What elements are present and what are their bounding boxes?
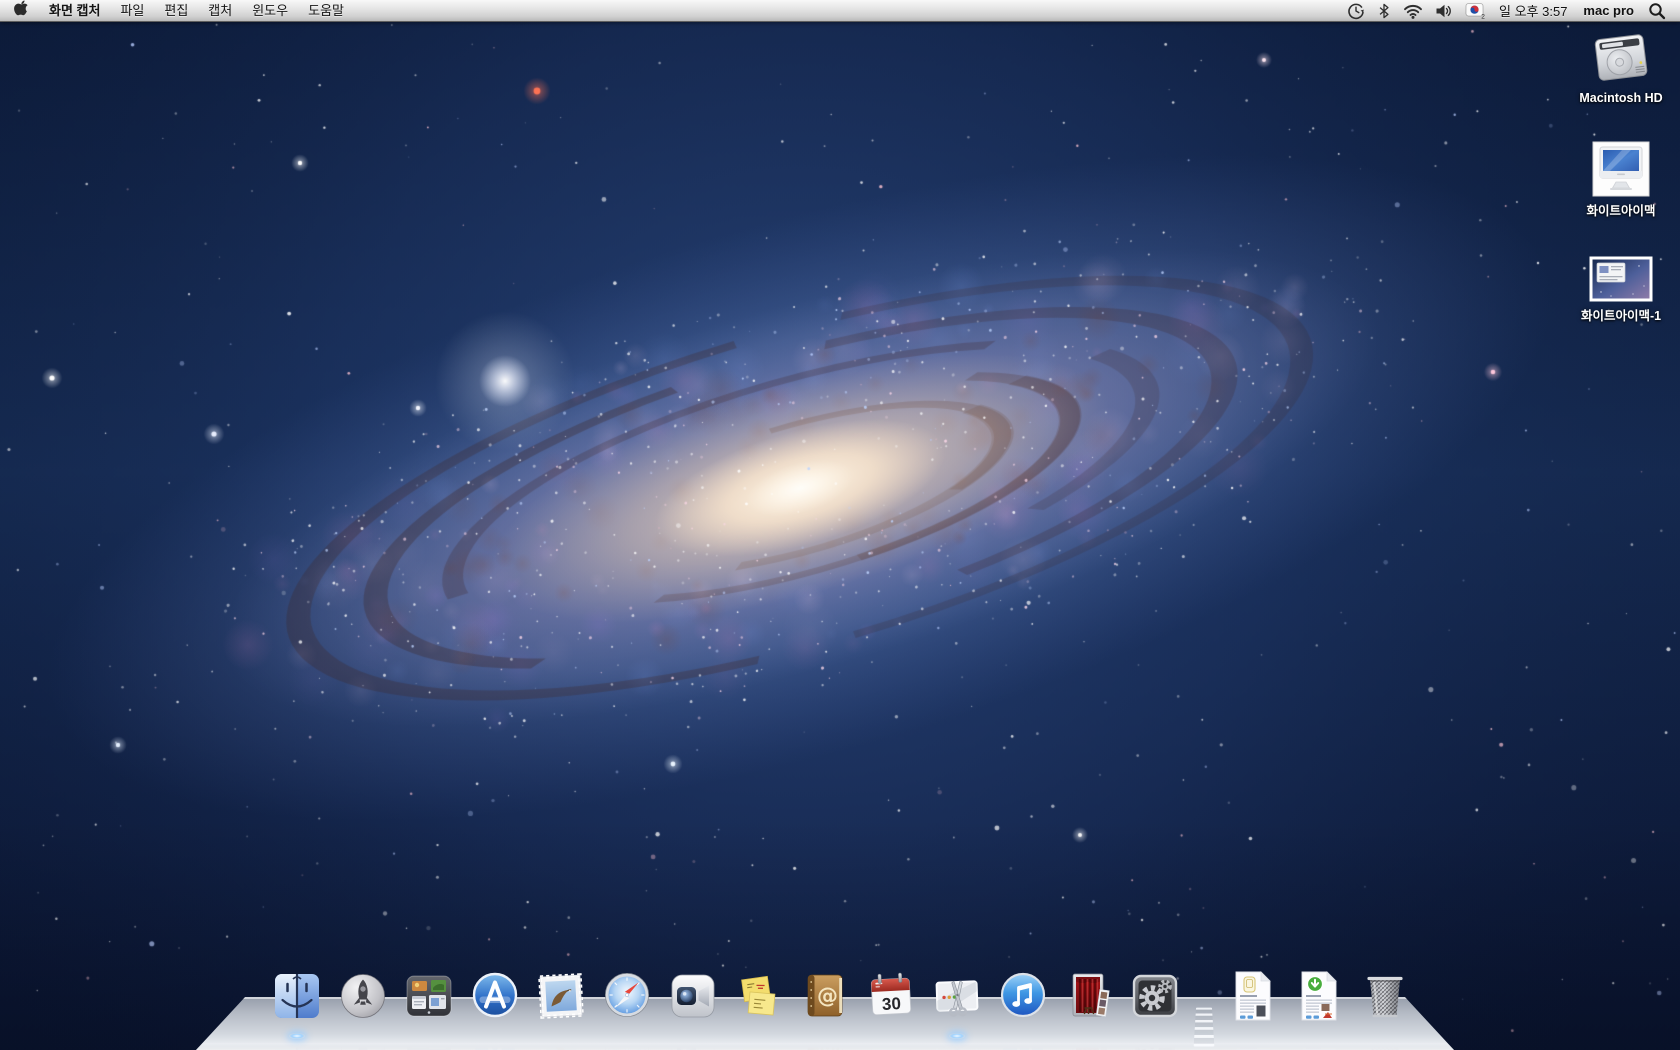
dock-item-grab[interactable]	[933, 970, 981, 1022]
svg-text:@: @	[817, 984, 838, 1008]
address-book-icon: @	[801, 970, 849, 1022]
document-1-icon	[1229, 970, 1277, 1022]
korean-input-badge: 2	[1481, 13, 1485, 19]
time-machine-icon[interactable]	[1341, 0, 1371, 21]
menu-capture[interactable]: 캡처	[198, 0, 242, 21]
volume-icon[interactable]	[1429, 0, 1459, 21]
itunes-icon	[999, 970, 1047, 1022]
safari-icon	[603, 970, 651, 1022]
imac-photo-icon	[1592, 141, 1650, 197]
finder-icon	[273, 970, 321, 1022]
mission-control-icon	[405, 970, 453, 1022]
wifi-icon[interactable]	[1397, 0, 1429, 21]
hard-drive-icon	[1590, 26, 1652, 88]
trash-icon	[1361, 970, 1409, 1022]
menu-bar: 화면 캡처 파일 편집 캡처 윈도우 도움말	[0, 0, 1680, 22]
ical-icon: 30	[867, 970, 915, 1022]
grab-icon	[933, 970, 981, 1022]
running-indicator	[949, 1033, 965, 1039]
facetime-icon	[669, 970, 717, 1022]
running-indicator	[289, 1033, 305, 1039]
dock-item-mission-control[interactable]	[405, 970, 453, 1022]
desktop-icon-label: 화이트아이맥-1	[1581, 305, 1661, 324]
dock-item-ical[interactable]: 30 30	[867, 970, 915, 1022]
dock-item-trash[interactable]	[1361, 970, 1409, 1022]
document-2-icon	[1295, 970, 1343, 1022]
dock-item-address-book[interactable]: @ @	[801, 970, 849, 1022]
dock-separator	[1197, 970, 1211, 1022]
screenshot-thumbnail-icon	[1589, 256, 1653, 302]
apple-menu[interactable]	[0, 0, 39, 21]
dock-item-document-1[interactable]	[1229, 970, 1277, 1022]
app-store-icon	[471, 970, 519, 1022]
menu-bar-left: 화면 캡처 파일 편집 캡처 윈도우 도움말	[0, 0, 354, 21]
dock-item-itunes[interactable]	[999, 970, 1047, 1022]
dock-item-launchpad[interactable]	[339, 970, 387, 1022]
menu-bar-right: 2 일 오후 3:57 mac pro	[1341, 0, 1680, 21]
stickies-icon	[735, 970, 783, 1022]
dock-item-photo-booth[interactable]	[1065, 970, 1113, 1022]
menu-clock[interactable]: 일 오후 3:57	[1491, 1, 1575, 20]
photo-booth-icon	[1065, 970, 1113, 1022]
dock-item-safari[interactable]	[603, 970, 651, 1022]
dock-icons-row: @ @ 30 30	[273, 970, 1409, 1022]
dock-item-system-preferences[interactable]	[1131, 970, 1179, 1022]
bluetooth-icon[interactable]	[1371, 0, 1397, 21]
dock-item-finder[interactable]	[273, 970, 321, 1022]
desktop-icon-label: Macintosh HD	[1579, 91, 1662, 105]
dock: @ @ 30 30	[0, 930, 1680, 1050]
launchpad-icon	[339, 970, 387, 1022]
desktop-icon-white-imac-1[interactable]: 화이트아이맥-1	[1559, 256, 1680, 324]
dock-item-app-store[interactable]	[471, 970, 519, 1022]
wallpaper-andromeda-galaxy	[0, 0, 1680, 1050]
dock-item-document-2[interactable]	[1295, 970, 1343, 1022]
menu-window[interactable]: 윈도우	[242, 0, 298, 21]
desktop-icon-label: 화이트아이맥	[1586, 200, 1655, 219]
apple-logo-icon	[14, 0, 29, 22]
spotlight-icon[interactable]	[1642, 0, 1672, 21]
svg-text:30: 30	[881, 994, 901, 1014]
menu-user-name[interactable]: mac pro	[1575, 3, 1642, 18]
system-preferences-icon	[1131, 970, 1179, 1022]
desktop-icon-macintosh-hd[interactable]: Macintosh HD	[1559, 26, 1680, 105]
dock-item-facetime[interactable]	[669, 970, 717, 1022]
dock-item-mail[interactable]	[537, 970, 585, 1022]
korean-input-icon[interactable]: 2	[1459, 0, 1491, 21]
menu-help[interactable]: 도움말	[298, 0, 354, 21]
menu-file[interactable]: 파일	[110, 0, 154, 21]
desktop-icon-white-imac[interactable]: 화이트아이맥	[1559, 141, 1680, 219]
menu-app-name[interactable]: 화면 캡처	[39, 0, 110, 21]
menu-edit[interactable]: 편집	[154, 0, 198, 21]
mail-icon	[537, 970, 585, 1022]
dock-item-stickies[interactable]	[735, 970, 783, 1022]
desktop[interactable]: 화면 캡처 파일 편집 캡처 윈도우 도움말	[0, 0, 1680, 1050]
